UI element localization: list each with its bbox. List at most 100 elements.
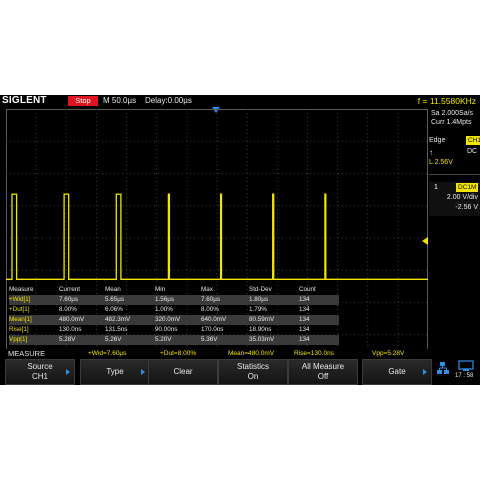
measure-value: 5.20V [155, 336, 172, 343]
timebase-readout[interactable]: M 50.0µs [103, 95, 136, 107]
summary-wid: +Wid=7.60µs [88, 350, 127, 357]
measure-value: 5.36V [201, 336, 218, 343]
measure-value: 134 [299, 306, 310, 313]
measure-value: 1.79% [249, 306, 267, 313]
measure-value: 1.80µs [249, 296, 269, 303]
measure-table-header: Measure Current Mean Min Max Std-Dev Count [9, 285, 339, 295]
trigger-source[interactable]: CH1 [466, 136, 480, 145]
clear-button[interactable]: Clear [148, 359, 218, 385]
measure-value: 5.26V [105, 336, 122, 343]
measure-name: Vpp[1] [9, 336, 28, 343]
softkey-label: Statistics [236, 362, 269, 371]
measure-value: 90.00ns [155, 326, 178, 333]
measure-value: 7.60µs [59, 296, 79, 303]
measure-value: 134 [299, 336, 310, 343]
measure-value: 5.65µs [105, 296, 125, 303]
measure-value: 640.0mV [201, 316, 227, 323]
measure-value: 5.28V [59, 336, 76, 343]
measure-value: 35.03mV [249, 336, 275, 343]
ch1-trace [6, 193, 428, 280]
summary-vpp: Vpp=5.28V [372, 350, 405, 357]
measure-value: 8.00% [201, 306, 219, 313]
frequency-counter: f = 11.5580KHz [417, 96, 476, 106]
measure-value: 134 [299, 316, 310, 323]
measure-name: +Dut[1] [9, 306, 30, 313]
measure-value: 131.5ns [105, 326, 128, 333]
column-header: Std-Dev [249, 286, 272, 293]
rising-edge-icon: ↑ [429, 148, 433, 157]
channel-offset[interactable]: -2.56 V [455, 204, 478, 211]
expand-arrow-icon [141, 369, 145, 375]
measure-value: 482.3mV [105, 316, 131, 323]
info-panel-empty [429, 220, 480, 366]
trigger-type[interactable]: Edge [429, 137, 445, 144]
expand-arrow-icon [66, 369, 70, 375]
measure-table-row: +Dut[1] 8.00% 6.06% 1.00% 8.00% 1.79% 134 [9, 305, 339, 315]
trigger-coupling[interactable]: DC [467, 148, 477, 155]
column-header: Max [201, 286, 213, 293]
measure-value: 80.59mV [249, 316, 275, 323]
source-button[interactable]: Source CH1 [5, 359, 75, 385]
ch1-waveform [6, 193, 428, 280]
expand-arrow-icon [423, 369, 427, 375]
delay-readout[interactable]: Delay:0.00µs [145, 95, 192, 107]
run-stop-status[interactable]: Stop [68, 96, 98, 106]
softkey-label: Clear [173, 367, 193, 376]
measure-value: 1.00% [155, 306, 173, 313]
measure-value: 320.0mV [155, 316, 181, 323]
softkey-label: Gate [388, 367, 406, 376]
measure-value: 134 [299, 296, 310, 303]
measure-value: 1.56µs [155, 296, 175, 303]
measure-value: 134 [299, 326, 310, 333]
measure-name: Rise[1] [9, 326, 29, 333]
measure-table-row: Vpp[1] 5.28V 5.26V 5.20V 5.36V 35.03mV 134 [9, 335, 339, 345]
measure-summary-bar: MEASURE +Wid=7.60µs +Dut=8.00% Mean=480.… [0, 349, 480, 358]
measure-value: 130.0ns [59, 326, 82, 333]
channel-number: 1 [434, 184, 438, 191]
channel-scale[interactable]: 2.00 V/div [447, 194, 478, 201]
statistics-button[interactable]: Statistics On [218, 359, 288, 385]
measure-value: 18.90ns [249, 326, 272, 333]
softkey-value: CH1 [31, 372, 48, 381]
sample-rate: Sa 2.000Sa/s [431, 110, 474, 117]
summary-rise: Rise=130.0ns [294, 350, 334, 357]
column-header: Min [155, 286, 166, 293]
column-header: Mean [105, 286, 121, 293]
menu-title: MEASURE [8, 349, 46, 358]
divider [429, 174, 480, 175]
summary-duty: +Dut=8.00% [160, 350, 197, 357]
softkey-menu: Source CH1 Type Clear Statistics On All Measur… [0, 358, 480, 385]
column-header: Measure [9, 286, 34, 293]
softkey-value: On [247, 372, 259, 381]
softkey-value: Off [317, 372, 329, 381]
measure-value: 6.06% [105, 306, 123, 313]
measure-value: 7.60µs [201, 296, 221, 303]
brand-logo: SIGLENT [2, 95, 47, 106]
usb-icon [458, 360, 474, 371]
all-measure-button[interactable]: All Measure Off [288, 359, 358, 385]
measure-table-row: Mean[1] 480.0mV 482.3mV 320.0mV 640.0mV 80.59… [9, 315, 339, 325]
softkey-label: All Measure [301, 362, 345, 371]
oscilloscope-screen: SIGLENT Stop M 50.0µs Delay:0.00µs f = 1… [0, 95, 480, 385]
measure-name: Mean[1] [9, 316, 32, 323]
gate-button[interactable]: Gate [362, 359, 432, 385]
measure-value: 480.0mV [59, 316, 85, 323]
clock: 17 : 58 [455, 373, 474, 379]
top-status-bar: SIGLENT Stop M 50.0µs Delay:0.00µs f = 1… [0, 95, 480, 107]
column-header: Count [299, 286, 316, 293]
network-icon [437, 362, 449, 374]
softkey-label: Type [106, 367, 124, 376]
memory-depth: Curr 1.4Mpts [431, 119, 472, 126]
column-header: Current [59, 286, 80, 293]
softkey-label: Source [27, 362, 53, 371]
measure-table-row: +Wid[1] 7.60µs 5.65µs 1.56µs 7.60µs 1.80µs 134 [9, 295, 339, 305]
channel-coupling[interactable]: DC1M [456, 183, 479, 192]
measure-name: +Wid[1] [9, 296, 31, 303]
measure-value: 8.00% [59, 306, 77, 313]
trigger-level[interactable]: L 2.56V [429, 159, 453, 166]
right-info-panel: Sa 2.000Sa/s Curr 1.4Mpts Edge CH1 ↑ DC … [429, 108, 480, 366]
measure-table-row: Rise[1] 130.0ns 131.5ns 90.00ns 170.0ns 18.90… [9, 325, 339, 335]
type-button[interactable]: Type [80, 359, 150, 385]
status-icons [437, 360, 474, 374]
measure-value: 170.0ns [201, 326, 224, 333]
